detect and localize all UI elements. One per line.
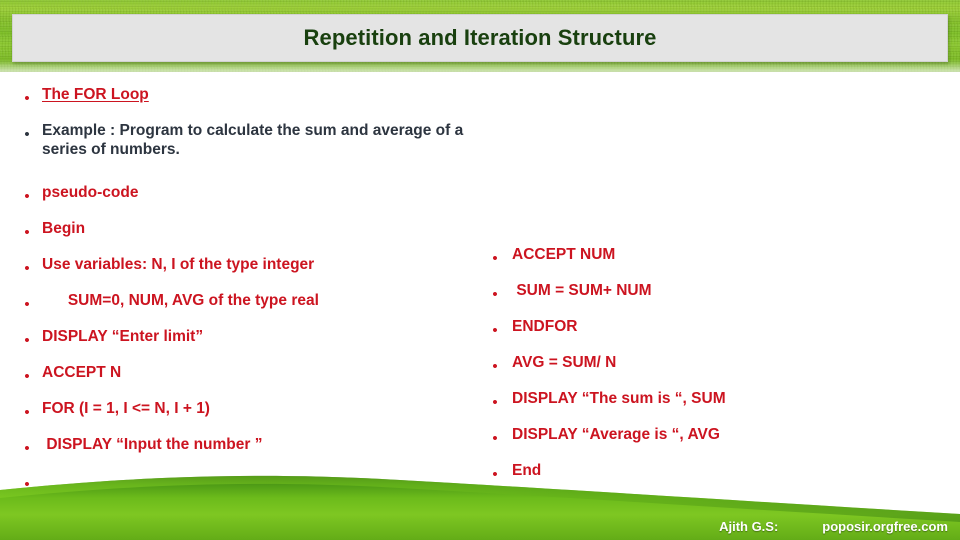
bullet-icon: • — [492, 358, 498, 375]
list-item: • FOR (I = 1, I <= N, I + 1) — [12, 400, 470, 422]
bullet-icon: • — [24, 332, 30, 349]
list-item-label: pseudo-code — [42, 184, 139, 201]
list-item: • ACCEPT NUM — [478, 246, 960, 268]
list-item: • DISPLAY “The sum is “, SUM — [478, 390, 960, 412]
bullet-icon: • — [24, 126, 30, 143]
grass-fade — [0, 60, 960, 80]
bullet-icon: • — [24, 368, 30, 385]
page-title: Repetition and Iteration Structure — [303, 25, 657, 50]
list-item: • DISPLAY “Average is “, AVG — [478, 426, 960, 448]
list-item: • ACCEPT N — [12, 364, 470, 386]
bullet-icon: • — [24, 90, 30, 107]
list-item-label: Example : Program to calculate the sum a… — [42, 122, 468, 158]
bullet-icon: • — [24, 296, 30, 313]
bullet-icon: • — [24, 188, 30, 205]
bullet-icon: • — [492, 322, 498, 339]
list-item-label: DISPLAY “The sum is “, SUM — [512, 390, 726, 407]
list-item-label: SUM = SUM+ NUM — [512, 282, 652, 299]
bullet-icon: • — [24, 404, 30, 421]
list-item-label: The FOR Loop — [42, 86, 149, 103]
list-item: • AVG = SUM/ N — [478, 354, 960, 376]
list-item: • Begin — [12, 220, 470, 242]
list-item: • SUM = SUM+ NUM — [478, 282, 960, 304]
bullet-icon: • — [492, 430, 498, 447]
list-item-label: DISPLAY “Input the number ” — [42, 436, 263, 453]
list-item-label: AVG = SUM/ N — [512, 354, 617, 371]
list-item: • SUM=0, NUM, AVG of the type real — [12, 292, 470, 314]
list-item: • ENDFOR — [478, 318, 960, 340]
list-item: • DISPLAY “Input the number ” — [12, 436, 470, 458]
bullet-icon: • — [24, 260, 30, 277]
bullet-icon: • — [492, 286, 498, 303]
bullet-icon: • — [24, 224, 30, 241]
list-item-label: ACCEPT NUM — [512, 246, 616, 263]
list-item: • Use variables: N, I of the type integer — [12, 256, 470, 278]
bullet-icon: • — [492, 394, 498, 411]
footer-author: Ajith G.S: — [719, 518, 779, 534]
footer-site: poposir.orgfree.com — [822, 518, 948, 534]
list-item-label: DISPLAY “Enter limit” — [42, 328, 204, 345]
footer: Ajith G.S: poposir.orgfree.com — [0, 515, 960, 537]
list-item-label: SUM=0, NUM, AVG of the type real — [42, 292, 319, 309]
list-item-label: ACCEPT N — [42, 364, 122, 381]
list-item-label: ENDFOR — [512, 318, 578, 335]
bullet-icon: • — [492, 250, 498, 267]
list-item: • pseudo-code — [12, 184, 470, 206]
list-item: • The FOR Loop — [12, 86, 470, 108]
title-box: Repetition and Iteration Structure — [12, 14, 948, 62]
list-item-label: Use variables: N, I of the type integer — [42, 256, 315, 273]
list-item: • Example : Program to calculate the sum … — [12, 122, 470, 160]
list-item-label: DISPLAY “Average is “, AVG — [512, 426, 720, 443]
bullet-icon: • — [24, 440, 30, 457]
list-item-label: Begin — [42, 220, 86, 237]
list-item-label: FOR (I = 1, I <= N, I + 1) — [42, 400, 210, 417]
list-item: • DISPLAY “Enter limit” — [12, 328, 470, 350]
slide: Repetition and Iteration Structure • The … — [0, 0, 960, 540]
